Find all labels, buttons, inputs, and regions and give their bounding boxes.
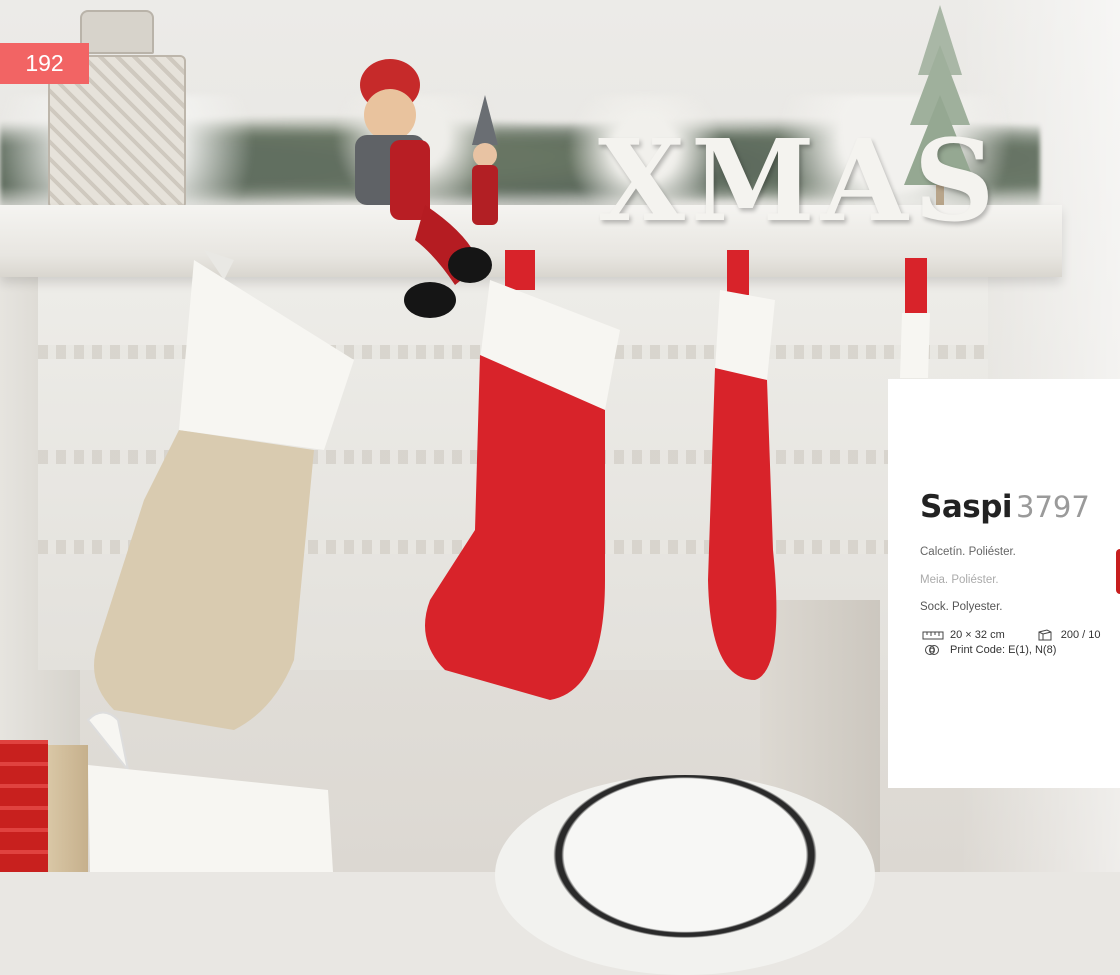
product-specs: 20 × 32 cm 200 / 10 Print Code: E(1), N(…	[922, 627, 1101, 657]
print-code-value: Print Code: E(1), N(8)	[950, 643, 1057, 656]
product-title: Saspi 3797	[920, 489, 1090, 525]
red-stocking-medium	[705, 250, 785, 680]
stocking-edge-peek	[1116, 549, 1120, 594]
dimensions-spec: 20 × 32 cm	[922, 629, 1005, 641]
product-name: Saspi	[920, 489, 1013, 525]
burlap-stocking	[84, 240, 354, 740]
gift-box-tan	[48, 745, 88, 872]
packaging-spec: 200 / 10	[1033, 629, 1101, 641]
ruler-icon	[922, 629, 944, 641]
print-code-spec: Print Code: E(1), N(8)	[922, 644, 1056, 656]
lantern-decoration	[40, 10, 190, 210]
print-technique-icon	[922, 644, 944, 656]
star-plate	[495, 775, 875, 975]
box-icon	[1033, 628, 1055, 641]
xmas-letter-decoration: X M A S	[598, 116, 995, 247]
description-es: Calcetín. Poliéster.	[920, 546, 1016, 558]
product-code: 3797	[1016, 490, 1090, 524]
red-stocking-large	[420, 250, 630, 700]
red-stocking-small	[900, 258, 935, 378]
white-stocking	[78, 710, 338, 872]
page-number-badge: 192	[0, 43, 89, 84]
product-card: Saspi 3797 Calcetín. Poliéster. Meia. Pol…	[888, 379, 1120, 788]
dimensions-value: 20 × 32 cm	[950, 628, 1005, 641]
description-pt: Meia. Poliéster.	[920, 574, 999, 586]
packaging-value: 200 / 10	[1060, 628, 1101, 641]
gift-box-red	[0, 740, 48, 872]
description-en: Sock. Polyester.	[920, 601, 1003, 613]
